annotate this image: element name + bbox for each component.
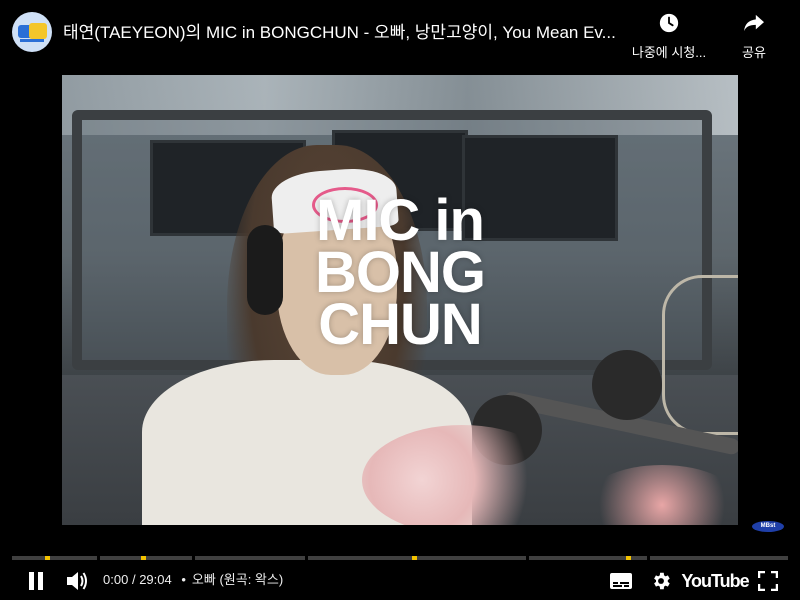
control-bar: 0:00 / 29:04 • 오빠 (원곡: 왁스) YouTube [0, 562, 800, 600]
watch-later-button[interactable]: 나중에 시청... [628, 10, 710, 61]
ad-marker [412, 556, 417, 560]
show-logo-overlay: MIC in BONG CHUN [315, 188, 486, 357]
top-bar: 태연(TAEYEON)의 MIC in BONGCHUN - 오빠, 낭만고양이… [0, 0, 800, 70]
time-display: 0:00 / 29:04 • 오빠 (원곡: 왁스) [103, 572, 284, 587]
pause-icon [29, 572, 43, 590]
channel-avatar[interactable] [12, 12, 52, 52]
chapter-segment[interactable] [100, 556, 192, 560]
video-player[interactable]: 태연(TAEYEON)의 MIC in BONGCHUN - 오빠, 낭만고양이… [0, 0, 800, 600]
video-title[interactable]: 태연(TAEYEON)의 MIC in BONGCHUN - 오빠, 낭만고양이… [63, 22, 618, 44]
watch-later-label: 나중에 시청... [631, 45, 707, 60]
duration: 29:04 [139, 572, 172, 587]
ad-marker [45, 556, 50, 560]
gear-icon [654, 572, 670, 590]
settings-button[interactable] [646, 566, 676, 596]
ad-marker [141, 556, 146, 560]
youtube-logo-button[interactable]: YouTube [681, 566, 749, 596]
captions-button[interactable] [606, 566, 636, 596]
share-arrow-icon [742, 10, 766, 36]
ad-marker [626, 556, 631, 560]
pause-button[interactable] [22, 566, 50, 596]
fullscreen-button[interactable] [754, 566, 782, 596]
chapter-title[interactable]: 오빠 (원곡: 왁스) [192, 572, 283, 587]
microphone [592, 350, 662, 420]
current-time: 0:00 [103, 572, 129, 587]
chapter-segment[interactable] [308, 556, 526, 560]
share-label: 공유 [742, 45, 766, 60]
captions-icon [610, 573, 632, 589]
broadcaster-watermark: MBst [752, 521, 784, 532]
volume-button[interactable] [62, 566, 92, 596]
chapter-segment[interactable] [12, 556, 97, 560]
fullscreen-icon [758, 571, 778, 591]
chapter-segment[interactable] [195, 556, 305, 560]
progress-bar[interactable] [12, 556, 788, 560]
share-button[interactable]: 공유 [734, 10, 774, 61]
chapter-segment[interactable] [650, 556, 788, 560]
clock-icon [657, 10, 681, 36]
youtube-wordmark: YouTube [681, 570, 749, 591]
volume-icon [67, 572, 87, 590]
